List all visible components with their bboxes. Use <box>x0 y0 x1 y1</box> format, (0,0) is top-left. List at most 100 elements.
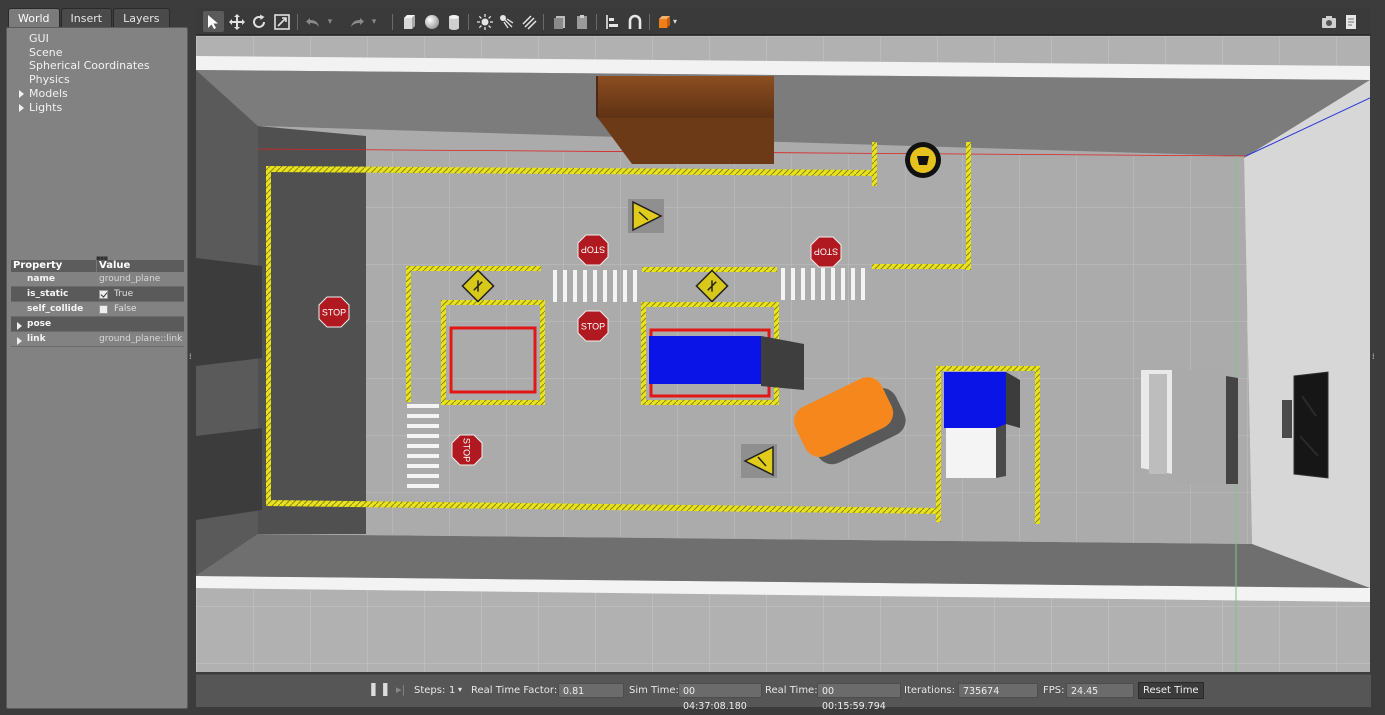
svg-text:STOP: STOP <box>462 438 472 462</box>
blue-box-1 <box>649 336 761 384</box>
toolbar-separator <box>543 14 544 30</box>
paste-icon[interactable] <box>571 11 592 32</box>
snap-icon[interactable] <box>624 11 645 32</box>
world-panel: GUI Scene Spherical Coordinates Physics … <box>6 27 188 709</box>
property-key: link <box>11 334 97 345</box>
undo-dropdown-icon[interactable]: ▾ <box>324 11 336 32</box>
toolbar-separator <box>468 14 469 30</box>
name-field[interactable]: ground_plane <box>97 274 160 284</box>
is-static-checkbox[interactable] <box>99 289 108 299</box>
select-mode-icon[interactable] <box>203 11 224 32</box>
real-time-factor-field: 0.81 <box>558 683 624 698</box>
self-collide-checkbox[interactable] <box>99 304 108 314</box>
side-block-2 <box>196 428 262 520</box>
right-box-shadow <box>1006 372 1020 428</box>
property-row-pose[interactable]: pose <box>11 317 184 332</box>
iterations-label: Iterations: <box>904 685 955 696</box>
road-strip <box>258 126 366 534</box>
undo-icon[interactable] <box>302 11 323 32</box>
rotate-mode-icon[interactable] <box>248 11 269 32</box>
translate-mode-icon[interactable] <box>226 11 247 32</box>
property-table: Property Value name ground_plane is_stat… <box>11 260 184 347</box>
redo-icon[interactable] <box>346 11 367 32</box>
view-angle-dropdown-icon[interactable]: ▾ <box>670 11 680 32</box>
steps-value[interactable]: 1 <box>449 685 455 696</box>
blue-box-2 <box>944 372 1006 428</box>
toolbar-separator <box>392 14 393 30</box>
reset-time-button[interactable]: Reset Time <box>1138 682 1204 699</box>
tree-item-physics[interactable]: Physics <box>13 73 150 87</box>
wall-inner-right <box>1244 80 1370 588</box>
sphere-shape-icon[interactable] <box>421 11 442 32</box>
white-box <box>946 428 996 478</box>
tree-item-lights[interactable]: Lights <box>13 101 150 115</box>
is-static-value: True <box>97 289 133 299</box>
stop-sign-2: STOP <box>577 234 609 266</box>
toolbar: ▾ ▾ ▾ <box>196 8 1371 35</box>
copy-icon[interactable] <box>549 11 570 32</box>
stop-sign-5: STOP <box>451 434 483 466</box>
floor-grid <box>366 152 1252 544</box>
cylinder-shape-icon[interactable] <box>443 11 464 32</box>
sim-time-field: 00 04:37:08.180 <box>678 683 762 712</box>
panel-tabs: World Insert Layers <box>8 8 171 28</box>
world-tree: GUI Scene Spherical Coordinates Physics … <box>13 32 150 114</box>
tree-item-scene[interactable]: Scene <box>13 46 150 60</box>
box-shape-icon[interactable] <box>398 11 419 32</box>
tree-item-label: GUI <box>29 32 49 45</box>
property-key: pose <box>11 319 97 330</box>
iterations-field: 735674 <box>958 683 1038 698</box>
property-row-link[interactable]: link ground_plane::link <box>11 332 184 347</box>
tree-item-gui[interactable]: GUI <box>13 32 150 46</box>
property-row-is-static: is_static True <box>11 287 184 302</box>
svg-text:STOP: STOP <box>581 322 605 332</box>
steps-label: Steps: <box>414 685 446 696</box>
left-splitter-handle-icon[interactable]: ⁞ <box>189 352 195 362</box>
expand-arrow-icon[interactable] <box>17 322 22 330</box>
redo-dropdown-icon[interactable]: ▾ <box>368 11 380 32</box>
expand-arrow-icon[interactable] <box>19 89 24 98</box>
toolbar-separator <box>649 14 650 30</box>
right-splitter-handle-icon[interactable]: ⁞ <box>1372 352 1378 362</box>
expand-arrow-icon[interactable] <box>17 337 22 345</box>
record-log-icon[interactable] <box>1340 11 1361 32</box>
expand-arrow-icon[interactable] <box>19 103 24 112</box>
property-key: self_collide <box>27 304 84 314</box>
property-row-self-collide: self_collide False <box>11 302 184 317</box>
toolbar-separator <box>297 14 298 30</box>
tree-item-models[interactable]: Models <box>13 87 150 101</box>
gazebo-window: World Insert Layers GUI Scene Spherical … <box>0 0 1385 715</box>
scale-mode-icon[interactable] <box>271 11 292 32</box>
crosswalk-3 <box>407 404 439 488</box>
svg-text:STOP: STOP <box>814 247 838 257</box>
3d-viewport[interactable]: STOP STOP STOP STOP STOP <box>196 36 1370 672</box>
directional-light-icon[interactable] <box>518 11 539 32</box>
side-block-1 <box>196 258 262 366</box>
round-sign <box>905 142 941 178</box>
tab-layers[interactable]: Layers <box>113 8 170 28</box>
wall-bracket <box>1282 400 1292 438</box>
svg-text:STOP: STOP <box>322 308 346 318</box>
point-light-icon[interactable] <box>474 11 495 32</box>
pause-icon[interactable]: ❚❚ <box>368 682 392 697</box>
spot-light-icon[interactable] <box>496 11 517 32</box>
steps-dropdown-icon[interactable]: ▾ <box>458 685 462 694</box>
crosswalk-1 <box>553 270 637 302</box>
warning-sign-1 <box>628 199 664 233</box>
tab-insert[interactable]: Insert <box>60 8 113 28</box>
tree-item-spherical-coordinates[interactable]: Spherical Coordinates <box>13 59 150 73</box>
align-icon[interactable] <box>602 11 623 32</box>
property-column-header: Property <box>11 260 97 272</box>
property-row-name: name ground_plane <box>11 272 184 287</box>
fps-field: 24.45 <box>1066 683 1134 698</box>
tab-world[interactable]: World <box>8 8 60 28</box>
scene-render: STOP STOP STOP STOP STOP <box>196 36 1370 672</box>
screenshot-icon[interactable] <box>1318 11 1339 32</box>
left-panel: World Insert Layers GUI Scene Spherical … <box>6 6 188 709</box>
step-icon[interactable]: ▸| <box>396 683 405 696</box>
white-box-shadow <box>996 424 1006 478</box>
svg-text:STOP: STOP <box>581 245 605 255</box>
real-time-label: Real Time: <box>765 685 818 696</box>
value-column-header: Value <box>99 260 131 271</box>
tv-screen <box>1293 371 1329 479</box>
